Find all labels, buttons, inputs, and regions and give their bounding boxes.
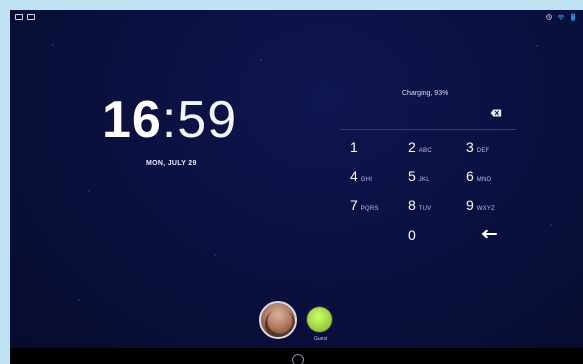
key-5[interactable]: 5 JKL xyxy=(408,167,430,185)
battery-icon xyxy=(571,13,575,21)
key-letters: MNO xyxy=(476,177,492,183)
status-left xyxy=(15,14,35,20)
key-9[interactable]: 9 WXYZ xyxy=(466,196,495,214)
charging-status: Charging, 93% xyxy=(402,90,449,97)
key-digit: 7 xyxy=(350,197,358,213)
key-digit: 0 xyxy=(408,227,416,243)
home-button[interactable] xyxy=(292,354,304,364)
background-star xyxy=(214,254,216,256)
enter-icon[interactable] xyxy=(481,228,497,240)
key-6[interactable]: 6 MNO xyxy=(466,167,491,185)
guest-avatar[interactable] xyxy=(307,307,332,332)
background-star xyxy=(536,45,538,47)
clock-hours: 16 xyxy=(102,91,162,149)
user-avatar[interactable] xyxy=(259,301,297,339)
key-letters: JKL xyxy=(418,177,430,183)
background-star xyxy=(260,59,262,61)
lockscreen: 16:59 MON, JULY 29 Charging, 93% 1 2 ABC… xyxy=(10,10,583,364)
key-letters: PQRS xyxy=(360,206,379,212)
key-digit: 1 xyxy=(350,139,358,155)
key-digit: 8 xyxy=(408,197,416,213)
user-photo xyxy=(265,309,295,337)
wifi-icon xyxy=(557,14,565,20)
key-4[interactable]: 4 GHI xyxy=(350,167,372,185)
key-1[interactable]: 1 xyxy=(350,138,361,156)
key-2[interactable]: 2 ABC xyxy=(408,138,432,156)
status-bar xyxy=(10,10,583,26)
screenshot-icon xyxy=(15,14,23,20)
key-digit: 4 xyxy=(350,168,358,184)
keypad: 1 2 ABC 3 DEF 4 GHI 5 JKL 6 MNO 7 PQRS 8 xyxy=(346,138,526,250)
picture-icon xyxy=(27,14,35,20)
key-letters: WXYZ xyxy=(476,206,495,212)
key-letters: ABC xyxy=(418,148,432,154)
clock: 16:59 xyxy=(102,90,237,150)
key-digit: 5 xyxy=(408,168,416,184)
key-8[interactable]: 8 TUV xyxy=(408,196,431,214)
key-digit: 6 xyxy=(466,168,474,184)
backspace-icon[interactable] xyxy=(490,109,502,117)
status-right xyxy=(545,13,577,21)
key-letters: GHI xyxy=(360,177,373,183)
pin-entry-divider xyxy=(340,129,516,130)
alarm-icon xyxy=(546,14,552,20)
background-star xyxy=(88,190,90,192)
key-letters: TUV xyxy=(418,206,432,212)
key-3[interactable]: 3 DEF xyxy=(466,138,489,156)
key-0[interactable]: 0 xyxy=(408,226,419,244)
key-digit: 2 xyxy=(408,139,416,155)
clock-minutes: :59 xyxy=(161,91,238,149)
guest-label: Guest xyxy=(314,336,328,342)
key-digit: 9 xyxy=(466,197,474,213)
key-digit: 3 xyxy=(466,139,474,155)
background-star xyxy=(52,44,54,46)
key-letters: DEF xyxy=(476,148,490,154)
key-7[interactable]: 7 PQRS xyxy=(350,196,379,214)
background-star xyxy=(78,299,80,301)
date: MON, JULY 29 xyxy=(146,160,197,167)
background-star xyxy=(550,224,552,226)
